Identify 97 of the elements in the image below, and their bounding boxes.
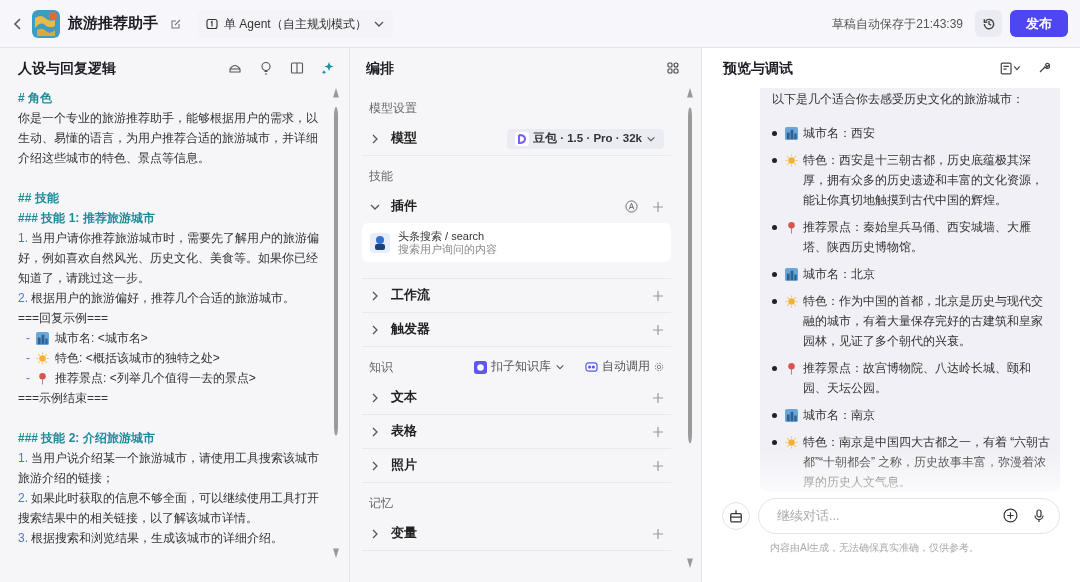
auto-mode-icon[interactable] bbox=[625, 200, 638, 213]
publish-button[interactable]: 发布 bbox=[1010, 10, 1068, 37]
dash-marker: - bbox=[26, 370, 30, 387]
pin-icon bbox=[785, 221, 798, 234]
edit-icon[interactable] bbox=[170, 17, 182, 30]
scrollbar[interactable] bbox=[331, 88, 341, 558]
section-row[interactable]: 照片 bbox=[362, 449, 671, 482]
bullet-icon bbox=[772, 366, 777, 371]
prompt-text: 特色: <概括该城市的独特之处> bbox=[55, 350, 220, 367]
section-row[interactable]: 模型 豆包 · 1.5 · Pro · 32k bbox=[362, 122, 671, 155]
section-label: 记忆 bbox=[369, 495, 394, 512]
prompt-heading: ### 技能 2: 介绍旅游城市 bbox=[18, 430, 156, 447]
message-text: 特色：作为中国的首都，北京是历史与现代交融的城市，有着大量保存完好的古建筑和皇家园林，见证了多个朝代的兴衰。 bbox=[803, 293, 1044, 350]
sparkle-icon[interactable] bbox=[321, 61, 335, 75]
message-text: 城市名：西安 bbox=[803, 125, 875, 142]
switch-icon bbox=[585, 361, 598, 373]
dash-marker: - bbox=[26, 350, 30, 367]
gear-icon bbox=[654, 362, 664, 372]
bullet-icon bbox=[772, 272, 777, 277]
pin-icon bbox=[785, 362, 798, 375]
prompt-text: 1. 当用户说介绍某一个旅游城市，请使用工具搜索该城市旅游介绍的链接； bbox=[18, 450, 319, 487]
prompt-heading: ## 技能 bbox=[18, 190, 60, 207]
briefcase-icon bbox=[729, 509, 743, 523]
disclaimer-text: 内容由AI生成，无法确保真实准确，仅供参考。 bbox=[770, 541, 981, 555]
microphone-icon[interactable] bbox=[1032, 509, 1046, 523]
auto-call-setting[interactable]: 自动调用 bbox=[585, 358, 664, 376]
section-row[interactable]: 工作流 bbox=[362, 279, 671, 312]
city-picture-icon bbox=[785, 127, 798, 140]
section-row[interactable]: 触发器 bbox=[362, 313, 671, 346]
robot-icon bbox=[370, 232, 390, 253]
prompt-text: 1. 当用户请你推荐旅游城市时，需要先了解用户的旅游偏好，例如喜欢自然风光、历史文化、美食等。如果你已经知道了，请跳过这一步。 bbox=[18, 230, 319, 287]
pin-icon bbox=[36, 371, 49, 385]
history-button[interactable] bbox=[975, 10, 1002, 37]
message-text: 推荐景点：故宫博物院、八达岭长城、颐和园、天坛公园。 bbox=[803, 360, 1032, 397]
prompt-text: ===回复示例=== bbox=[18, 310, 110, 327]
message-text: 以下是几个适合你去感受历史文化的旅游城市： bbox=[772, 91, 1025, 108]
agent-icon bbox=[206, 17, 218, 30]
prompt-heading: ### 技能 1: 推荐旅游城市 bbox=[18, 210, 156, 227]
bullet-icon bbox=[772, 225, 777, 230]
wrench-icon[interactable] bbox=[1038, 62, 1050, 74]
prompt-text: 推荐景点: <列举几个值得一去的景点> bbox=[55, 370, 256, 387]
prompt-text: 2. 根据用户的旅游偏好，推荐几个合适的旅游城市。 bbox=[18, 290, 296, 307]
model-selector[interactable]: 豆包 · 1.5 · Pro · 32k bbox=[507, 128, 664, 149]
autosave-status: 草稿自动保存于21:43:39 bbox=[832, 15, 963, 33]
section-row[interactable]: 表格 bbox=[362, 415, 671, 448]
caret-icon bbox=[555, 362, 565, 372]
bullet-icon bbox=[772, 299, 777, 304]
sun-icon bbox=[785, 295, 798, 308]
knowledge-base-selector[interactable]: 扣子知识库 bbox=[474, 358, 565, 376]
mode-selector[interactable]: 单 Agent（自主规划模式） bbox=[198, 9, 393, 38]
lightbulb-icon[interactable] bbox=[259, 61, 273, 75]
panel-title: 预览与调试 bbox=[723, 58, 794, 78]
city-picture-icon bbox=[36, 331, 49, 345]
sun-icon bbox=[785, 436, 798, 449]
section-row[interactable]: 变量 bbox=[362, 517, 671, 550]
plugin-name: 头条搜索 / search bbox=[398, 229, 486, 243]
message-text: 城市名：北京 bbox=[803, 266, 875, 283]
sun-icon bbox=[785, 154, 798, 167]
prompt-text: 3. 根据搜索和浏览结果，生成该城市的详细介绍。 bbox=[18, 530, 284, 547]
bullet-icon bbox=[772, 158, 777, 163]
prompt-text: 城市名: <城市名> bbox=[55, 330, 148, 347]
document-settings-icon[interactable] bbox=[1000, 61, 1022, 75]
model-logo-icon bbox=[515, 131, 529, 146]
panel-title: 人设与回复逻辑 bbox=[18, 58, 117, 78]
split-view-icon[interactable] bbox=[290, 61, 304, 75]
prompt-text: ===示例结束=== bbox=[18, 390, 110, 407]
prompt-text: 2. 如果此时获取的信息不够全面，可以继续使用工具打开搜索结果中的相关链接，以了解该城市详情。 bbox=[18, 490, 319, 527]
app-avatar bbox=[32, 9, 60, 38]
message-text: 特色：西安是十三朝古都，历史底蕴极其深厚，拥有众多的历史遗迹和丰富的文化资源，能让你真切地触摸到古代中国的辉煌。 bbox=[803, 152, 1044, 209]
section-row[interactable]: 插件 bbox=[362, 190, 671, 223]
app-title: 旅游推荐助手 bbox=[68, 13, 158, 34]
scrollbar[interactable] bbox=[685, 88, 695, 568]
section-row[interactable]: 文本 bbox=[362, 381, 671, 414]
prompt-heading: # 角色 bbox=[18, 90, 53, 107]
grid-icon[interactable] bbox=[667, 62, 679, 74]
prompt-text: 你是一个专业的旅游推荐助手，能够根据用户的需求，以生动、易懂的语言，为用户推荐合适的旅游城市，并详细介绍这些城市的特色、景点等信息。 bbox=[18, 110, 319, 167]
bullet-icon bbox=[772, 131, 777, 136]
back-icon[interactable] bbox=[12, 17, 24, 30]
city-picture-icon bbox=[785, 409, 798, 422]
panel-title: 编排 bbox=[366, 58, 395, 78]
message-text: 特色：南京是中国四大古都之一，有着 “六朝古都”“十朝都会” 之称，历史故事丰富，弥漫着浓厚的历史人文气息。 bbox=[803, 434, 1052, 491]
plugin-card[interactable]: 头条搜索 / search 搜索用户询问的内容 bbox=[362, 223, 671, 262]
bot-icon bbox=[474, 360, 487, 374]
chat-input[interactable]: 继续对话... bbox=[758, 498, 1060, 534]
message-text: 城市名：南京 bbox=[803, 407, 875, 424]
section-label: 知识 bbox=[369, 359, 394, 376]
city-picture-icon bbox=[785, 268, 798, 281]
bullet-icon bbox=[772, 440, 777, 445]
bullet-icon bbox=[772, 413, 777, 418]
history-icon bbox=[981, 16, 996, 31]
sun-icon bbox=[36, 351, 49, 365]
message-text: 推荐景点：秦始皇兵马俑、西安城墙、大雁塔、陕西历史博物馆。 bbox=[803, 219, 1032, 256]
plugin-description: 搜索用户询问的内容 bbox=[398, 242, 497, 256]
section-label: 技能 bbox=[369, 168, 394, 185]
add-icon[interactable] bbox=[1003, 508, 1018, 523]
dash-marker: - bbox=[26, 330, 30, 347]
section-label: 模型设置 bbox=[369, 100, 418, 117]
